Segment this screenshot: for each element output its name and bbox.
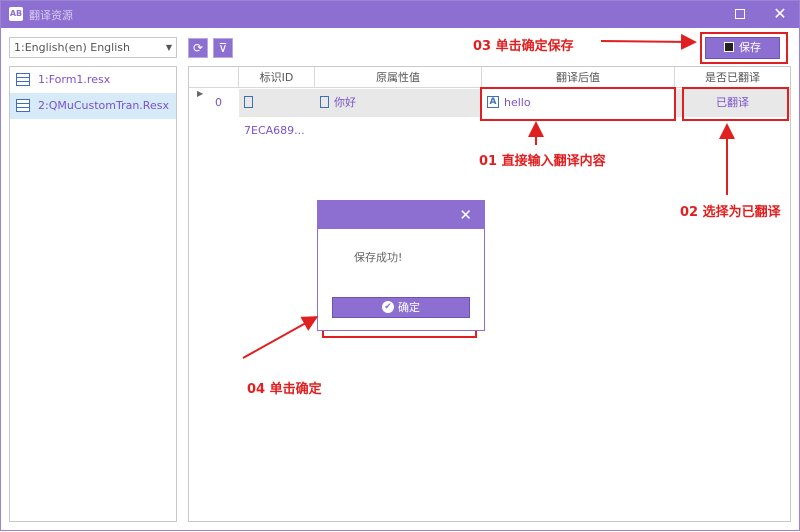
header-original-value[interactable]: 原属性值: [315, 67, 482, 88]
save-success-dialog: ✕ 保存成功! ✔ 确定: [317, 200, 485, 331]
dialog-message: 保存成功!: [354, 251, 403, 264]
highlight-save-button: [700, 32, 788, 64]
ok-button-label: 确定: [398, 301, 420, 314]
annotation-step3: 03 单击确定保存: [473, 39, 574, 54]
filter-icon: ⊽: [218, 41, 228, 55]
ok-button[interactable]: ✔ 确定: [332, 297, 470, 318]
table-icon: [16, 73, 30, 86]
document-icon: [244, 96, 253, 108]
header-id[interactable]: 标识ID: [239, 67, 315, 88]
chevron-down-icon: ▼: [165, 43, 172, 52]
document-icon: [320, 96, 329, 108]
header-translated-value[interactable]: 翻译后值: [482, 67, 675, 88]
cell-id[interactable]: 7ECA689...: [239, 89, 315, 137]
refresh-icon: ⟳: [192, 41, 204, 55]
dialog-close-button[interactable]: ✕: [459, 205, 472, 225]
language-select[interactable]: 1:English(en) English ▼: [9, 37, 177, 58]
translation-grid: 标识ID 原属性值 翻译后值 是否已翻译 ▶ 0 7ECA689... 你好 A…: [188, 66, 791, 522]
grid-header: 标识ID 原属性值 翻译后值 是否已翻译: [189, 67, 790, 88]
filter-button[interactable]: ⊽: [213, 38, 233, 58]
window-titlebar: AB 翻译资源 ✕: [1, 1, 799, 28]
resource-item-qmucustomtran[interactable]: 2:QMuCustomTran.Resx: [10, 93, 176, 119]
highlight-translated-cell: [480, 87, 676, 121]
resource-list: 1:Form1.resx 2:QMuCustomTran.Resx: [9, 66, 177, 522]
translation-resource-window: AB 翻译资源 ✕ 1:English(en) English ▼ 1:Form…: [0, 0, 800, 531]
header-is-translated[interactable]: 是否已翻译: [675, 67, 790, 88]
cell-original-text: 你好: [334, 96, 356, 109]
arrow-to-save: [600, 33, 697, 50]
check-circle-icon: ✔: [382, 301, 394, 313]
resource-item-label: 2:QMuCustomTran.Resx: [38, 99, 169, 112]
language-select-value: 1:English(en) English: [14, 41, 130, 54]
cell-original-value[interactable]: 你好: [315, 89, 482, 117]
annotation-step2: 02 选择为已翻译: [680, 205, 781, 220]
refresh-button[interactable]: ⟳: [188, 38, 208, 58]
resource-item-label: 1:Form1.resx: [38, 73, 111, 86]
window-title: 翻译资源: [29, 9, 73, 22]
highlight-status-cell: [682, 87, 789, 121]
resource-item-form1[interactable]: 1:Form1.resx: [10, 67, 176, 93]
header-row-indicator: [189, 67, 239, 88]
app-logo-icon: AB: [9, 7, 23, 21]
table-icon: [16, 99, 30, 112]
dialog-titlebar: ✕: [318, 201, 484, 229]
annotation-step1: 01 直接输入翻译内容: [479, 154, 606, 169]
annotation-step4: 04 单击确定: [247, 382, 322, 397]
window-close-button[interactable]: ✕: [770, 4, 790, 24]
maximize-button[interactable]: [731, 5, 749, 23]
row-indicator-icon: ▶: [197, 89, 204, 98]
cell-id-text: 7ECA689...: [244, 124, 305, 137]
maximize-icon: [735, 9, 745, 19]
row-index: 0: [215, 96, 222, 109]
